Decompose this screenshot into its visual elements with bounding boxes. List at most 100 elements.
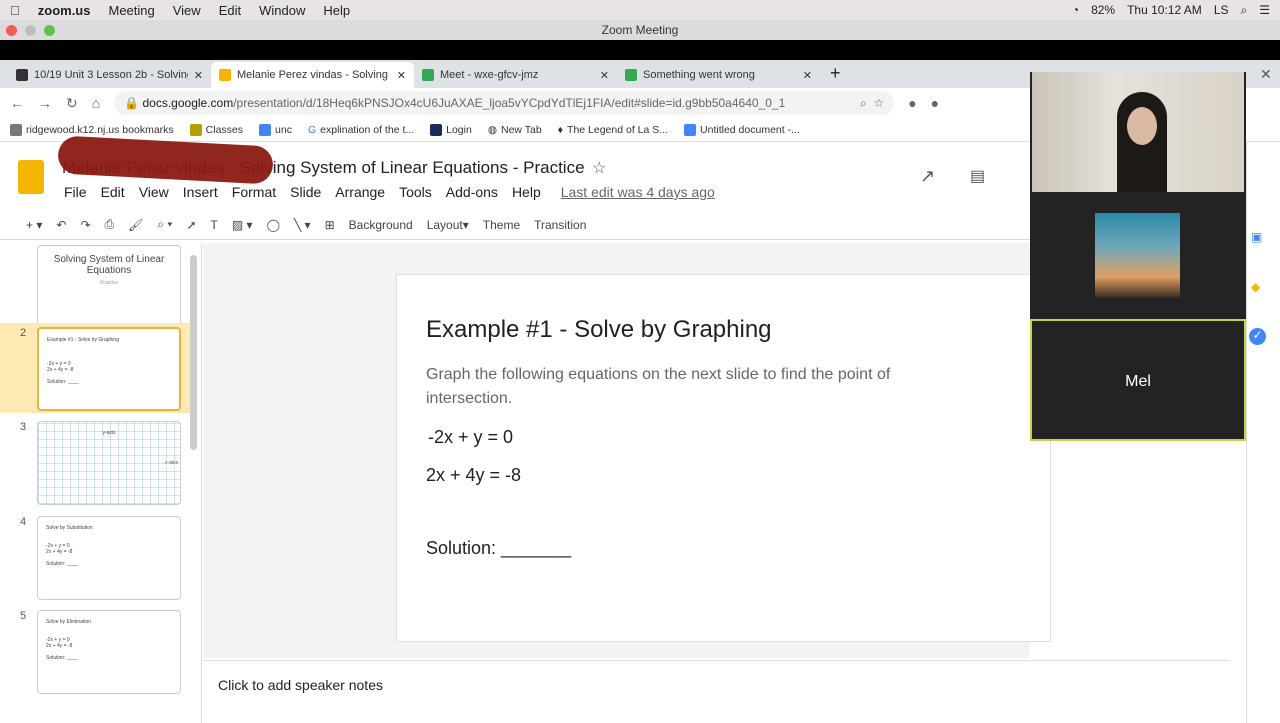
speaker-notes[interactable]: Click to add speaker notes <box>203 660 1230 723</box>
redo-icon[interactable]: ↷ <box>80 218 90 232</box>
bookmark[interactable]: Classes <box>189 123 243 136</box>
bookmark[interactable]: ♦ The Legend of La S... <box>558 124 668 136</box>
slide-title[interactable]: Example #1 - Solve by Graphing <box>426 316 772 344</box>
meet-icon <box>625 69 637 81</box>
transition-button[interactable]: Transition <box>534 218 586 232</box>
zoom-icon[interactable]: ⌕ <box>860 96 867 111</box>
slide-editor[interactable]: Example #1 - Solve by Graphing Graph the… <box>396 274 1051 642</box>
close-icon[interactable]: ✕ <box>1260 66 1272 83</box>
menu-window[interactable]: Window <box>259 3 305 18</box>
menu-edit[interactable]: Edit <box>101 184 125 200</box>
menu-slide[interactable]: Slide <box>290 184 321 200</box>
menu-view[interactable]: View <box>173 3 201 18</box>
slide-thumbnail-1[interactable]: Solving System of Linear Equations Practi… <box>37 245 181 329</box>
textbox-icon[interactable]: T <box>211 218 218 232</box>
search-icon[interactable]: ⌕ <box>1241 3 1248 18</box>
undo-icon[interactable]: ↶ <box>56 218 66 232</box>
theme-button[interactable]: Theme <box>483 218 520 232</box>
close-window-button[interactable] <box>6 25 17 36</box>
login-icon <box>430 123 443 136</box>
calendar-icon[interactable]: ▣ <box>1251 230 1262 244</box>
battery-percent[interactable]: 82% <box>1091 3 1115 17</box>
list-icon[interactable]: ☰ <box>1259 3 1270 17</box>
docs-icon <box>259 123 272 136</box>
slide-instructions[interactable]: Graph the following equations on the nex… <box>426 363 946 411</box>
close-tab-icon[interactable]: ✕ <box>600 69 609 82</box>
browser-tab-active[interactable]: Melanie Perez vindas - Solving S ✕ <box>211 62 414 88</box>
browser-tab[interactable]: Meet - wxe-gfcv-jmz ✕ <box>414 62 617 88</box>
back-icon[interactable]: ← <box>10 95 24 111</box>
layout-button[interactable]: Layout▾ <box>427 218 469 232</box>
minimize-window-button[interactable] <box>25 25 36 36</box>
line-icon[interactable]: ╲ ▾ <box>294 218 311 232</box>
apple-icon[interactable]:  <box>10 3 20 18</box>
browser-tab[interactable]: 10/19 Unit 3 Lesson 2b - Solving ✕ <box>8 62 211 88</box>
extension-icon[interactable]: ● <box>908 95 916 111</box>
activity-icon[interactable]: ↗ <box>920 166 935 187</box>
shape-icon[interactable]: ◯ <box>267 218 280 232</box>
menu-edit[interactable]: Edit <box>219 3 241 18</box>
star-icon[interactable]: ☆ <box>592 158 606 178</box>
reload-icon[interactable]: ↻ <box>66 95 78 112</box>
paint-format-icon[interactable]: 🖌 <box>128 218 143 232</box>
menu-arrange[interactable]: Arrange <box>335 184 385 200</box>
menu-view[interactable]: View <box>139 184 169 200</box>
slide-thumbnail-3[interactable]: y-axis x-axis <box>37 421 181 505</box>
slides-logo[interactable] <box>18 160 44 194</box>
zoom-top-strip <box>0 40 1280 60</box>
browser-tab[interactable]: Something went wrong ✕ <box>617 62 820 88</box>
active-speaker-tile[interactable]: Mel <box>1030 319 1246 441</box>
app-name[interactable]: zoom.us <box>38 3 91 18</box>
image-icon[interactable]: ▨ ▾ <box>232 218 253 232</box>
menu-help[interactable]: Help <box>323 3 350 18</box>
bookmark[interactable]: ◍ New Tab <box>488 124 542 136</box>
slide-thumbnail-4[interactable]: Solve by Substitution -2x + y = 0 2x + 4y … <box>37 516 181 600</box>
participant-avatar-image[interactable] <box>1095 213 1180 298</box>
select-icon[interactable]: ➚ <box>186 218 196 232</box>
forward-icon[interactable]: → <box>38 95 52 111</box>
tasks-icon[interactable]: ✓ <box>1249 328 1266 345</box>
clock[interactable]: Thu 10:12 AM <box>1127 3 1202 17</box>
close-tab-icon[interactable]: ✕ <box>194 69 203 82</box>
new-slide-icon[interactable]: + ▾ <box>26 218 42 232</box>
menu-meeting[interactable]: Meeting <box>108 3 154 18</box>
star-icon[interactable]: ☆ <box>873 96 884 110</box>
close-tab-icon[interactable]: ✕ <box>397 69 406 82</box>
menu-format[interactable]: Format <box>232 184 276 200</box>
bookmark[interactable]: ridgewood.k12.nj.us bookmarks <box>10 123 174 136</box>
participant-video[interactable] <box>1032 72 1244 192</box>
last-edit-link[interactable]: Last edit was 4 days ago <box>561 184 715 200</box>
menu-help[interactable]: Help <box>512 184 541 200</box>
side-panel: ▣ ◆ ✓ <box>1246 142 1280 723</box>
print-icon[interactable]: ⎙ <box>105 217 115 232</box>
background-button[interactable]: Background <box>349 218 413 232</box>
flame-icon: ♦ <box>557 123 564 136</box>
menu-tools[interactable]: Tools <box>399 184 432 200</box>
wifi-icon[interactable]: ◔ <box>1072 3 1079 17</box>
slide-filmstrip[interactable]: Solving System of Linear Equations Practi… <box>0 243 202 723</box>
extension-icon[interactable]: ● <box>931 95 939 111</box>
filmstrip-scrollbar[interactable] <box>190 255 197 450</box>
maximize-window-button[interactable] <box>44 25 55 36</box>
user-initials[interactable]: LS <box>1214 3 1229 17</box>
menu-insert[interactable]: Insert <box>183 184 218 200</box>
zoom-icon[interactable]: ⌕ ▾ <box>157 217 172 232</box>
home-icon[interactable]: ⌂ <box>92 95 100 111</box>
equation-2[interactable]: 2x + 4y = -8 <box>426 465 521 486</box>
new-tab-button[interactable]: + <box>820 63 851 88</box>
bookmark[interactable]: Untitled document -... <box>684 123 800 136</box>
solution-line[interactable]: Solution: _______ <box>426 538 571 559</box>
close-tab-icon[interactable]: ✕ <box>803 69 812 82</box>
url-input[interactable]: 🔒 docs.google.com/presentation/d/18Heq6k… <box>114 91 895 115</box>
bookmark[interactable]: Login <box>430 123 472 136</box>
comment-icon[interactable]: ▤ <box>970 166 985 186</box>
slide-thumbnail-2[interactable]: Example #1 - Solve by Graphing -2x + y = … <box>37 327 181 411</box>
menu-addons[interactable]: Add-ons <box>446 184 498 200</box>
keep-icon[interactable]: ◆ <box>1251 280 1260 294</box>
menu-file[interactable]: File <box>64 184 87 200</box>
bookmark[interactable]: unc <box>259 123 292 136</box>
bookmark[interactable]: Gexplination of the t... <box>308 124 414 136</box>
equation-1[interactable]: -2x + y = 0 <box>428 427 513 448</box>
comment-add-icon[interactable]: ⊞ <box>325 218 335 232</box>
slide-thumbnail-5[interactable]: Solve by Elimination -2x + y = 0 2x + 4y =… <box>37 610 181 694</box>
